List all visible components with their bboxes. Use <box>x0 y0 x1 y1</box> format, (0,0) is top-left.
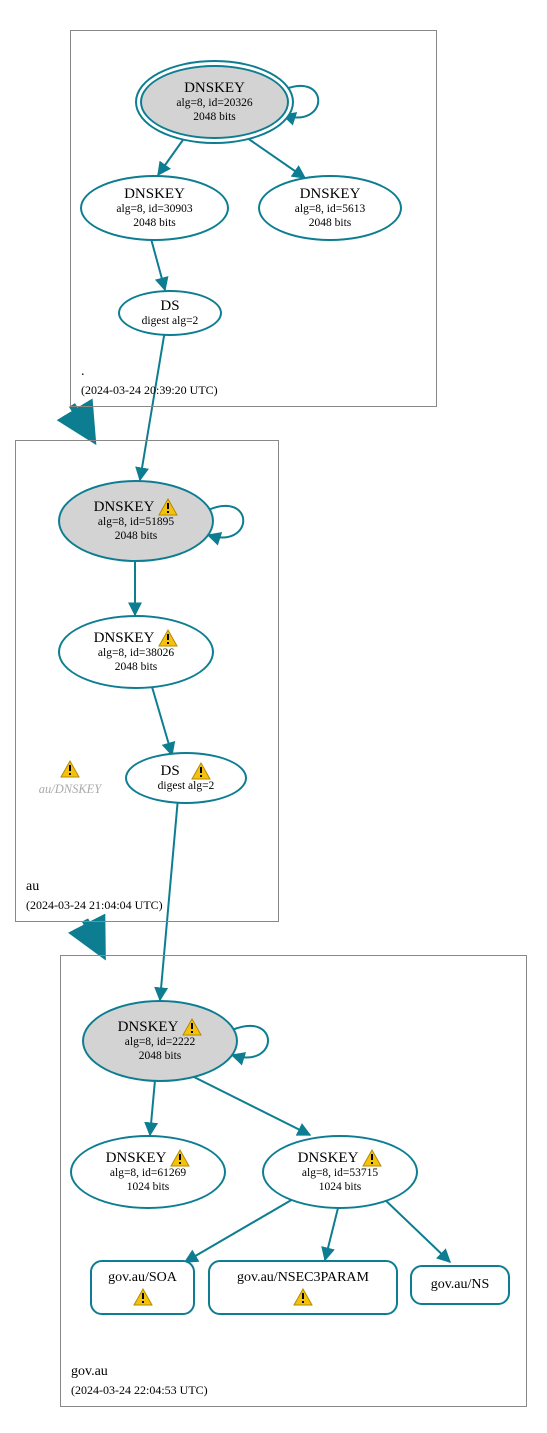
govau-ksk-title: DNSKEY <box>118 1018 179 1036</box>
dnssec-graph: . (2024-03-24 20:39:20 UTC) DNSKEY alg=8… <box>0 0 547 1433</box>
root-ds[interactable]: DS digest alg=2 <box>118 290 222 336</box>
au-zsk-bits: 2048 bits <box>115 661 158 675</box>
govau-zsk2[interactable]: DNSKEY alg=8, id=53715 1024 bits <box>262 1135 418 1209</box>
govau-zsk1-title: DNSKEY <box>106 1149 167 1167</box>
au-dnskey-ghost: au/DNSKEY <box>35 760 105 797</box>
warning-icon <box>191 762 211 780</box>
govau-soa-label: gov.au/SOA <box>108 1269 177 1287</box>
au-ksk-alg: alg=8, id=51895 <box>98 516 174 530</box>
zone-root-ts: (2024-03-24 20:39:20 UTC) <box>81 382 218 398</box>
root-zsk1-title: DNSKEY <box>124 185 185 203</box>
au-ds-alg: digest alg=2 <box>158 780 215 794</box>
govau-nsec3-label: gov.au/NSEC3PARAM <box>237 1269 369 1287</box>
govau-ksk-bits: 2048 bits <box>139 1050 182 1064</box>
govau-ns[interactable]: gov.au/NS <box>410 1265 510 1305</box>
warning-icon <box>170 1149 190 1167</box>
govau-zsk1-alg: alg=8, id=61269 <box>110 1167 186 1181</box>
root-ksk-alg: alg=8, id=20326 <box>176 97 252 111</box>
govau-zsk2-alg: alg=8, id=53715 <box>302 1167 378 1181</box>
au-dnskey-ghost-label: au/DNSKEY <box>39 782 102 796</box>
govau-zsk1-bits: 1024 bits <box>127 1181 170 1195</box>
govau-zsk2-bits: 1024 bits <box>319 1181 362 1195</box>
au-ds[interactable]: DS digest alg=2 <box>125 752 247 804</box>
zone-au-name: au <box>26 878 163 897</box>
govau-soa[interactable]: gov.au/SOA <box>90 1260 195 1315</box>
au-zsk-title: DNSKEY <box>94 629 155 647</box>
govau-nsec3param[interactable]: gov.au/NSEC3PARAM <box>208 1260 398 1315</box>
govau-ns-label: gov.au/NS <box>431 1276 490 1294</box>
au-zsk[interactable]: DNSKEY alg=8, id=38026 2048 bits <box>58 615 214 689</box>
root-ksk[interactable]: DNSKEY alg=8, id=20326 2048 bits <box>140 65 289 139</box>
root-ksk-bits: 2048 bits <box>193 111 236 125</box>
root-ksk-title: DNSKEY <box>184 79 245 97</box>
warning-icon <box>60 760 80 778</box>
zone-govau-label: gov.au (2024-03-24 22:04:53 UTC) <box>71 1363 208 1398</box>
govau-ksk-alg: alg=8, id=2222 <box>125 1036 195 1050</box>
zone-au-ts: (2024-03-24 21:04:04 UTC) <box>26 897 163 913</box>
warning-icon <box>158 629 178 647</box>
govau-ksk[interactable]: DNSKEY alg=8, id=2222 2048 bits <box>82 1000 238 1082</box>
root-zsk2-title: DNSKEY <box>300 185 361 203</box>
govau-zsk2-title: DNSKEY <box>298 1149 359 1167</box>
warning-icon <box>362 1149 382 1167</box>
warning-icon <box>293 1288 313 1306</box>
root-zsk1[interactable]: DNSKEY alg=8, id=30903 2048 bits <box>80 175 229 241</box>
root-zsk2[interactable]: DNSKEY alg=8, id=5613 2048 bits <box>258 175 402 241</box>
root-zsk1-alg: alg=8, id=30903 <box>116 203 192 217</box>
au-ksk-bits: 2048 bits <box>115 530 158 544</box>
zone-root-name: . <box>81 363 218 382</box>
zone-au-label: au (2024-03-24 21:04:04 UTC) <box>26 878 163 913</box>
root-ds-title: DS <box>160 297 179 315</box>
au-ds-title: DS <box>161 762 180 780</box>
zone-govau-name: gov.au <box>71 1363 208 1382</box>
root-zsk2-bits: 2048 bits <box>309 217 352 231</box>
root-ds-alg: digest alg=2 <box>142 315 199 329</box>
govau-zsk1[interactable]: DNSKEY alg=8, id=61269 1024 bits <box>70 1135 226 1209</box>
root-zsk2-alg: alg=8, id=5613 <box>295 203 365 217</box>
au-ksk-title: DNSKEY <box>94 498 155 516</box>
au-ksk[interactable]: DNSKEY alg=8, id=51895 2048 bits <box>58 480 214 562</box>
zone-govau-ts: (2024-03-24 22:04:53 UTC) <box>71 1382 208 1398</box>
warning-icon <box>182 1018 202 1036</box>
zone-root-label: . (2024-03-24 20:39:20 UTC) <box>81 363 218 398</box>
au-zsk-alg: alg=8, id=38026 <box>98 647 174 661</box>
warning-icon <box>133 1288 153 1306</box>
warning-icon <box>158 498 178 516</box>
root-zsk1-bits: 2048 bits <box>133 217 176 231</box>
